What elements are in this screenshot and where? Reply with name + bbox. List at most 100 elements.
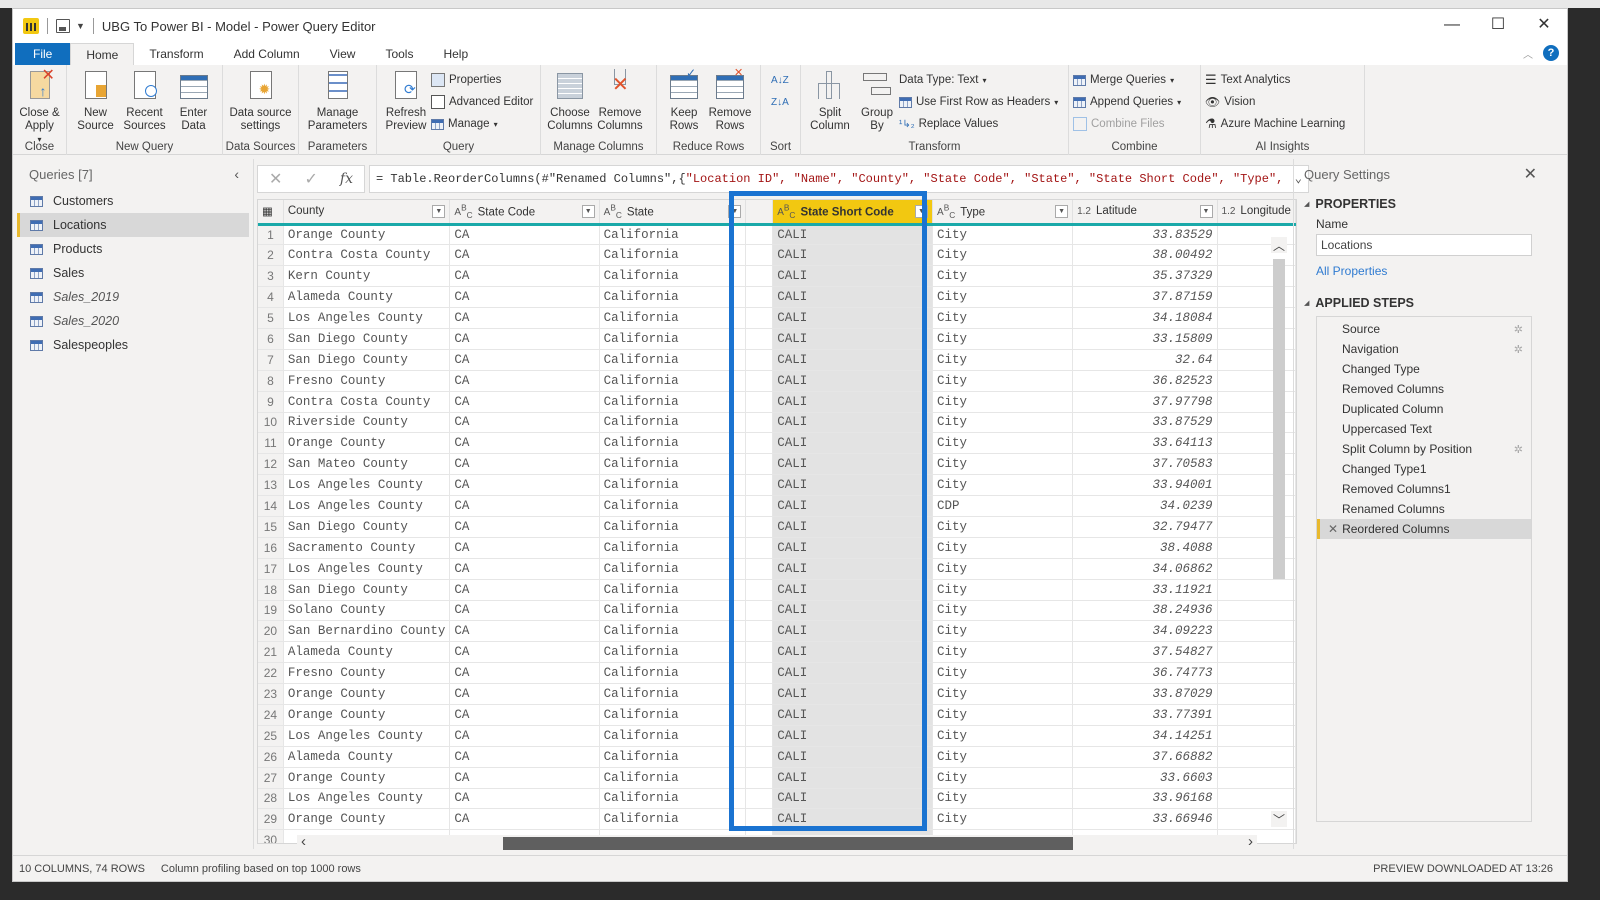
type-decimal-icon[interactable]: 1.2: [1077, 206, 1091, 217]
collapse-queries-icon[interactable]: ‹: [234, 166, 239, 182]
maximize-button[interactable]: ☐: [1475, 9, 1521, 43]
cell-state[interactable]: California: [599, 767, 747, 789]
cell-latitude[interactable]: 33.64113: [1072, 432, 1218, 455]
cell-spacer[interactable]: [745, 683, 774, 705]
cell-state[interactable]: California: [599, 349, 747, 371]
cell-type[interactable]: City: [932, 725, 1074, 747]
cell-state-short-code[interactable]: CALI: [772, 641, 934, 664]
cell-state[interactable]: California: [599, 453, 747, 476]
query-name-input[interactable]: [1316, 234, 1532, 256]
scroll-up-icon[interactable]: ︿: [1271, 237, 1287, 253]
table-row[interactable]: 17 Los Angeles County CA California CALI City…: [258, 558, 1296, 580]
cell-state-code[interactable]: CA: [449, 265, 600, 288]
table-row[interactable]: 16 Sacramento County CA California CALI City 3…: [258, 537, 1296, 559]
cell-spacer[interactable]: [745, 244, 774, 267]
text-analytics-button[interactable]: ☰ Text Analytics: [1205, 71, 1345, 89]
cell-state[interactable]: California: [599, 641, 747, 664]
cell-latitude[interactable]: 33.87029: [1072, 683, 1218, 705]
cell-spacer[interactable]: [745, 516, 774, 538]
tab-add-column[interactable]: Add Column: [219, 43, 315, 65]
properties-section-header[interactable]: ◢ PROPERTIES: [1304, 197, 1555, 211]
cell-latitude[interactable]: 37.97798: [1072, 391, 1218, 413]
cell-spacer[interactable]: [745, 662, 774, 685]
commit-formula-icon[interactable]: ✓: [304, 169, 317, 189]
table-row[interactable]: 25 Los Angeles County CA California CALI City…: [258, 725, 1296, 747]
manage-query-button[interactable]: Manage ▾: [431, 115, 533, 133]
table-row[interactable]: 1 Orange County CA California CALI City 33.835…: [258, 224, 1296, 246]
cell-spacer[interactable]: [745, 391, 774, 413]
cell-state-short-code[interactable]: CALI: [772, 537, 934, 559]
cell-type[interactable]: City: [932, 516, 1074, 538]
sort-descending-button[interactable]: Z↓A: [771, 93, 789, 111]
cell-latitude[interactable]: 34.06862: [1072, 558, 1218, 580]
step-settings-gear-icon[interactable]: ✲: [1514, 343, 1523, 356]
cell-state-short-code[interactable]: CALI: [772, 328, 934, 350]
cell-state-short-code[interactable]: CALI: [772, 495, 934, 517]
cell-state[interactable]: California: [599, 412, 747, 434]
cell-spacer[interactable]: [745, 432, 774, 455]
tab-help[interactable]: Help: [428, 43, 483, 65]
cell-county[interactable]: Solano County: [283, 600, 451, 622]
cell-spacer[interactable]: [745, 495, 774, 517]
applied-step-reordered-columns[interactable]: ✕ Reordered Columns: [1317, 519, 1531, 539]
cell-state[interactable]: California: [599, 495, 747, 517]
cell-state[interactable]: California: [599, 432, 747, 455]
cell-state-code[interactable]: CA: [449, 307, 600, 329]
cell-state[interactable]: California: [599, 370, 747, 392]
cell-spacer[interactable]: [745, 286, 774, 309]
cell-spacer[interactable]: [745, 579, 774, 601]
cell-state-code[interactable]: CA: [449, 683, 600, 705]
type-text-icon[interactable]: ABC: [937, 203, 955, 220]
cell-state-code[interactable]: CA: [449, 808, 600, 831]
cell-spacer[interactable]: [745, 307, 774, 329]
table-row[interactable]: 19 Solano County CA California CALI City 38.24…: [258, 600, 1296, 622]
azure-ml-button[interactable]: ⚗ Azure Machine Learning: [1205, 115, 1345, 133]
cell-county[interactable]: San Diego County: [283, 328, 451, 350]
cell-spacer[interactable]: [745, 704, 774, 726]
cell-latitude[interactable]: 33.77391: [1072, 704, 1218, 726]
quick-access-dropdown-icon[interactable]: ▼: [76, 21, 85, 31]
cell-state-code[interactable]: CA: [449, 600, 600, 622]
cell-type[interactable]: City: [932, 767, 1074, 789]
cell-state-short-code[interactable]: CALI: [772, 788, 934, 810]
cell-state-short-code[interactable]: CALI: [772, 265, 934, 288]
query-item-sales[interactable]: Sales: [17, 261, 249, 285]
cell-latitude[interactable]: 33.94001: [1072, 474, 1218, 497]
cell-state-code[interactable]: CA: [449, 516, 600, 538]
table-row[interactable]: 28 Los Angeles County CA California CALI City…: [258, 788, 1296, 810]
cell-state-short-code[interactable]: CALI: [772, 391, 934, 413]
minimize-button[interactable]: —: [1429, 9, 1475, 43]
cell-state[interactable]: California: [599, 725, 747, 747]
vision-button[interactable]: 👁 Vision: [1205, 93, 1345, 111]
step-settings-gear-icon[interactable]: ✲: [1514, 323, 1523, 336]
cell-county[interactable]: Sacramento County: [283, 537, 451, 559]
cell-type[interactable]: City: [932, 662, 1074, 685]
query-item-locations[interactable]: Locations: [17, 213, 249, 237]
cell-latitude[interactable]: 37.54827: [1072, 641, 1218, 664]
cell-county[interactable]: San Diego County: [283, 579, 451, 601]
cell-type[interactable]: City: [932, 474, 1074, 497]
cell-state-code[interactable]: CA: [449, 432, 600, 455]
properties-button[interactable]: Properties: [431, 71, 533, 89]
filter-dropdown-icon[interactable]: ▼: [915, 205, 929, 218]
cell-state[interactable]: California: [599, 600, 747, 622]
cell-state-code[interactable]: CA: [449, 391, 600, 413]
applied-step-renamed-columns[interactable]: Renamed Columns: [1317, 499, 1531, 519]
cell-spacer[interactable]: [745, 788, 774, 810]
table-row[interactable]: 29 Orange County CA California CALI City 33.66…: [258, 808, 1296, 831]
cell-type[interactable]: City: [932, 265, 1074, 288]
cell-type[interactable]: City: [932, 412, 1074, 434]
cell-type[interactable]: City: [932, 224, 1074, 246]
cell-state[interactable]: California: [599, 704, 747, 726]
cell-latitude[interactable]: 35.37329: [1072, 265, 1218, 288]
cell-state[interactable]: California: [599, 683, 747, 705]
cell-spacer[interactable]: [745, 600, 774, 622]
cell-state-code[interactable]: CA: [449, 662, 600, 685]
cell-latitude[interactable]: 34.0239: [1072, 495, 1218, 517]
tab-view[interactable]: View: [315, 43, 371, 65]
cell-state-code[interactable]: CA: [449, 495, 600, 517]
cell-type[interactable]: City: [932, 286, 1074, 309]
merge-queries-button[interactable]: Merge Queries ▾: [1073, 71, 1181, 89]
cell-spacer[interactable]: [745, 725, 774, 747]
cell-spacer[interactable]: [745, 412, 774, 434]
